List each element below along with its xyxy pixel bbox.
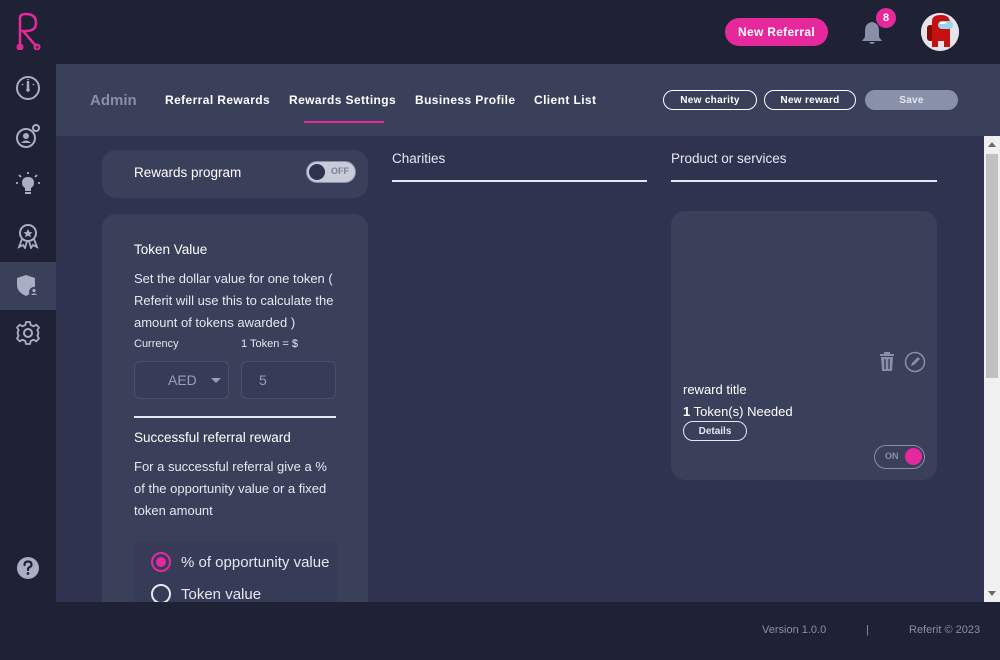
toggle-state-text: ON bbox=[885, 451, 899, 461]
reward-type-options: % of opportunity value Token value bbox=[134, 542, 337, 602]
referit-logo-icon[interactable] bbox=[14, 12, 42, 51]
rewards-program-label: Rewards program bbox=[134, 165, 242, 180]
rewards-program-card: Rewards program OFF bbox=[102, 150, 368, 198]
edit-pencil-icon[interactable] bbox=[904, 351, 926, 373]
token-value-title: Token Value bbox=[134, 242, 208, 257]
footer: Version 1.0.0 | Referit © 2023 bbox=[0, 602, 1000, 660]
trash-icon[interactable] bbox=[878, 352, 896, 372]
active-tab-indicator bbox=[304, 121, 384, 123]
shield-user-icon bbox=[17, 275, 39, 297]
token-settings-card: Token Value Set the dollar value for one… bbox=[102, 214, 368, 602]
new-charity-button[interactable]: New charity bbox=[663, 90, 757, 110]
copyright-text: Referit © 2023 bbox=[909, 624, 981, 636]
charities-divider bbox=[392, 180, 647, 182]
token-value-description: Set the dollar value for one token ( Ref… bbox=[134, 271, 334, 330]
sidebar-item-ideas[interactable] bbox=[0, 160, 56, 208]
successful-referral-title: Successful referral reward bbox=[134, 430, 291, 445]
reward-tokens-needed: 1 Token(s) Needed bbox=[683, 404, 793, 419]
rewards-program-toggle[interactable]: OFF bbox=[306, 161, 356, 183]
details-button[interactable]: Details bbox=[683, 421, 747, 441]
sidebar-item-referrals[interactable] bbox=[0, 112, 56, 160]
currency-select[interactable]: AED bbox=[134, 361, 229, 399]
scroll-down-arrow-icon[interactable] bbox=[988, 591, 996, 596]
tab-business-profile[interactable]: Business Profile bbox=[415, 93, 515, 107]
vertical-scrollbar[interactable] bbox=[984, 136, 1000, 602]
token-rate-label: 1 Token = $ bbox=[241, 338, 298, 350]
gear-icon bbox=[16, 321, 40, 345]
sidebar bbox=[0, 64, 56, 622]
tab-client-list[interactable]: Client List bbox=[534, 93, 596, 107]
sidebar-item-settings[interactable] bbox=[0, 309, 56, 357]
top-bar: New Referral 8 bbox=[0, 0, 1000, 64]
sidebar-item-awards[interactable] bbox=[0, 212, 56, 260]
main-panel: Admin Referral Rewards Rewards Settings … bbox=[56, 64, 1000, 602]
section-divider bbox=[134, 416, 336, 418]
reward-tokens-suffix: Token(s) Needed bbox=[690, 404, 793, 419]
radio-token-value[interactable] bbox=[151, 584, 171, 602]
successful-referral-description: For a successful referral give a % of th… bbox=[134, 459, 327, 518]
dashboard-gauge-icon bbox=[16, 76, 40, 100]
toggle-state-text: OFF bbox=[331, 166, 349, 176]
scroll-up-arrow-icon[interactable] bbox=[988, 142, 996, 147]
help-icon bbox=[17, 557, 39, 579]
new-referral-button[interactable]: New Referral bbox=[725, 18, 828, 46]
settings-scroll-area[interactable]: Rewards program OFF Token Value Set the … bbox=[56, 136, 1000, 602]
sidebar-item-help[interactable] bbox=[0, 544, 56, 592]
chevron-down-icon bbox=[211, 378, 221, 383]
tab-referral-rewards[interactable]: Referral Rewards bbox=[165, 93, 270, 107]
token-amount-value: 5 bbox=[259, 372, 267, 388]
reward-active-toggle[interactable]: ON bbox=[874, 445, 925, 469]
new-reward-button[interactable]: New reward bbox=[764, 90, 856, 110]
referral-network-icon bbox=[16, 124, 40, 148]
admin-label: Admin bbox=[90, 92, 137, 109]
currency-value: AED bbox=[168, 372, 197, 388]
scrollbar-thumb[interactable] bbox=[986, 154, 998, 378]
footer-separator: | bbox=[866, 624, 869, 636]
award-badge-icon bbox=[17, 224, 39, 249]
charities-title: Charities bbox=[392, 151, 446, 166]
reward-card: reward title 1 Token(s) Needed Details O… bbox=[671, 211, 937, 480]
admin-subheader: Admin Referral Rewards Rewards Settings … bbox=[56, 64, 1000, 136]
version-text: Version 1.0.0 bbox=[762, 624, 827, 636]
radio-token-value-label[interactable]: Token value bbox=[181, 586, 261, 602]
tab-rewards-settings[interactable]: Rewards Settings bbox=[289, 93, 396, 107]
lightbulb-icon bbox=[16, 172, 40, 194]
sidebar-item-dashboard[interactable] bbox=[0, 64, 56, 112]
save-button[interactable]: Save bbox=[865, 90, 958, 110]
notification-count-badge: 8 bbox=[876, 8, 896, 28]
toggle-knob bbox=[905, 448, 922, 465]
currency-label: Currency bbox=[134, 338, 179, 350]
toggle-knob bbox=[309, 164, 325, 180]
token-amount-input[interactable]: 5 bbox=[241, 361, 336, 399]
avatar[interactable] bbox=[921, 13, 959, 51]
sidebar-item-rewards-admin[interactable] bbox=[0, 262, 56, 310]
radio-opportunity-percent-label[interactable]: % of opportunity value bbox=[181, 554, 329, 571]
products-title: Product or services bbox=[671, 151, 787, 166]
radio-opportunity-percent[interactable] bbox=[151, 552, 171, 572]
reward-title: reward title bbox=[683, 382, 747, 397]
products-divider bbox=[671, 180, 937, 182]
